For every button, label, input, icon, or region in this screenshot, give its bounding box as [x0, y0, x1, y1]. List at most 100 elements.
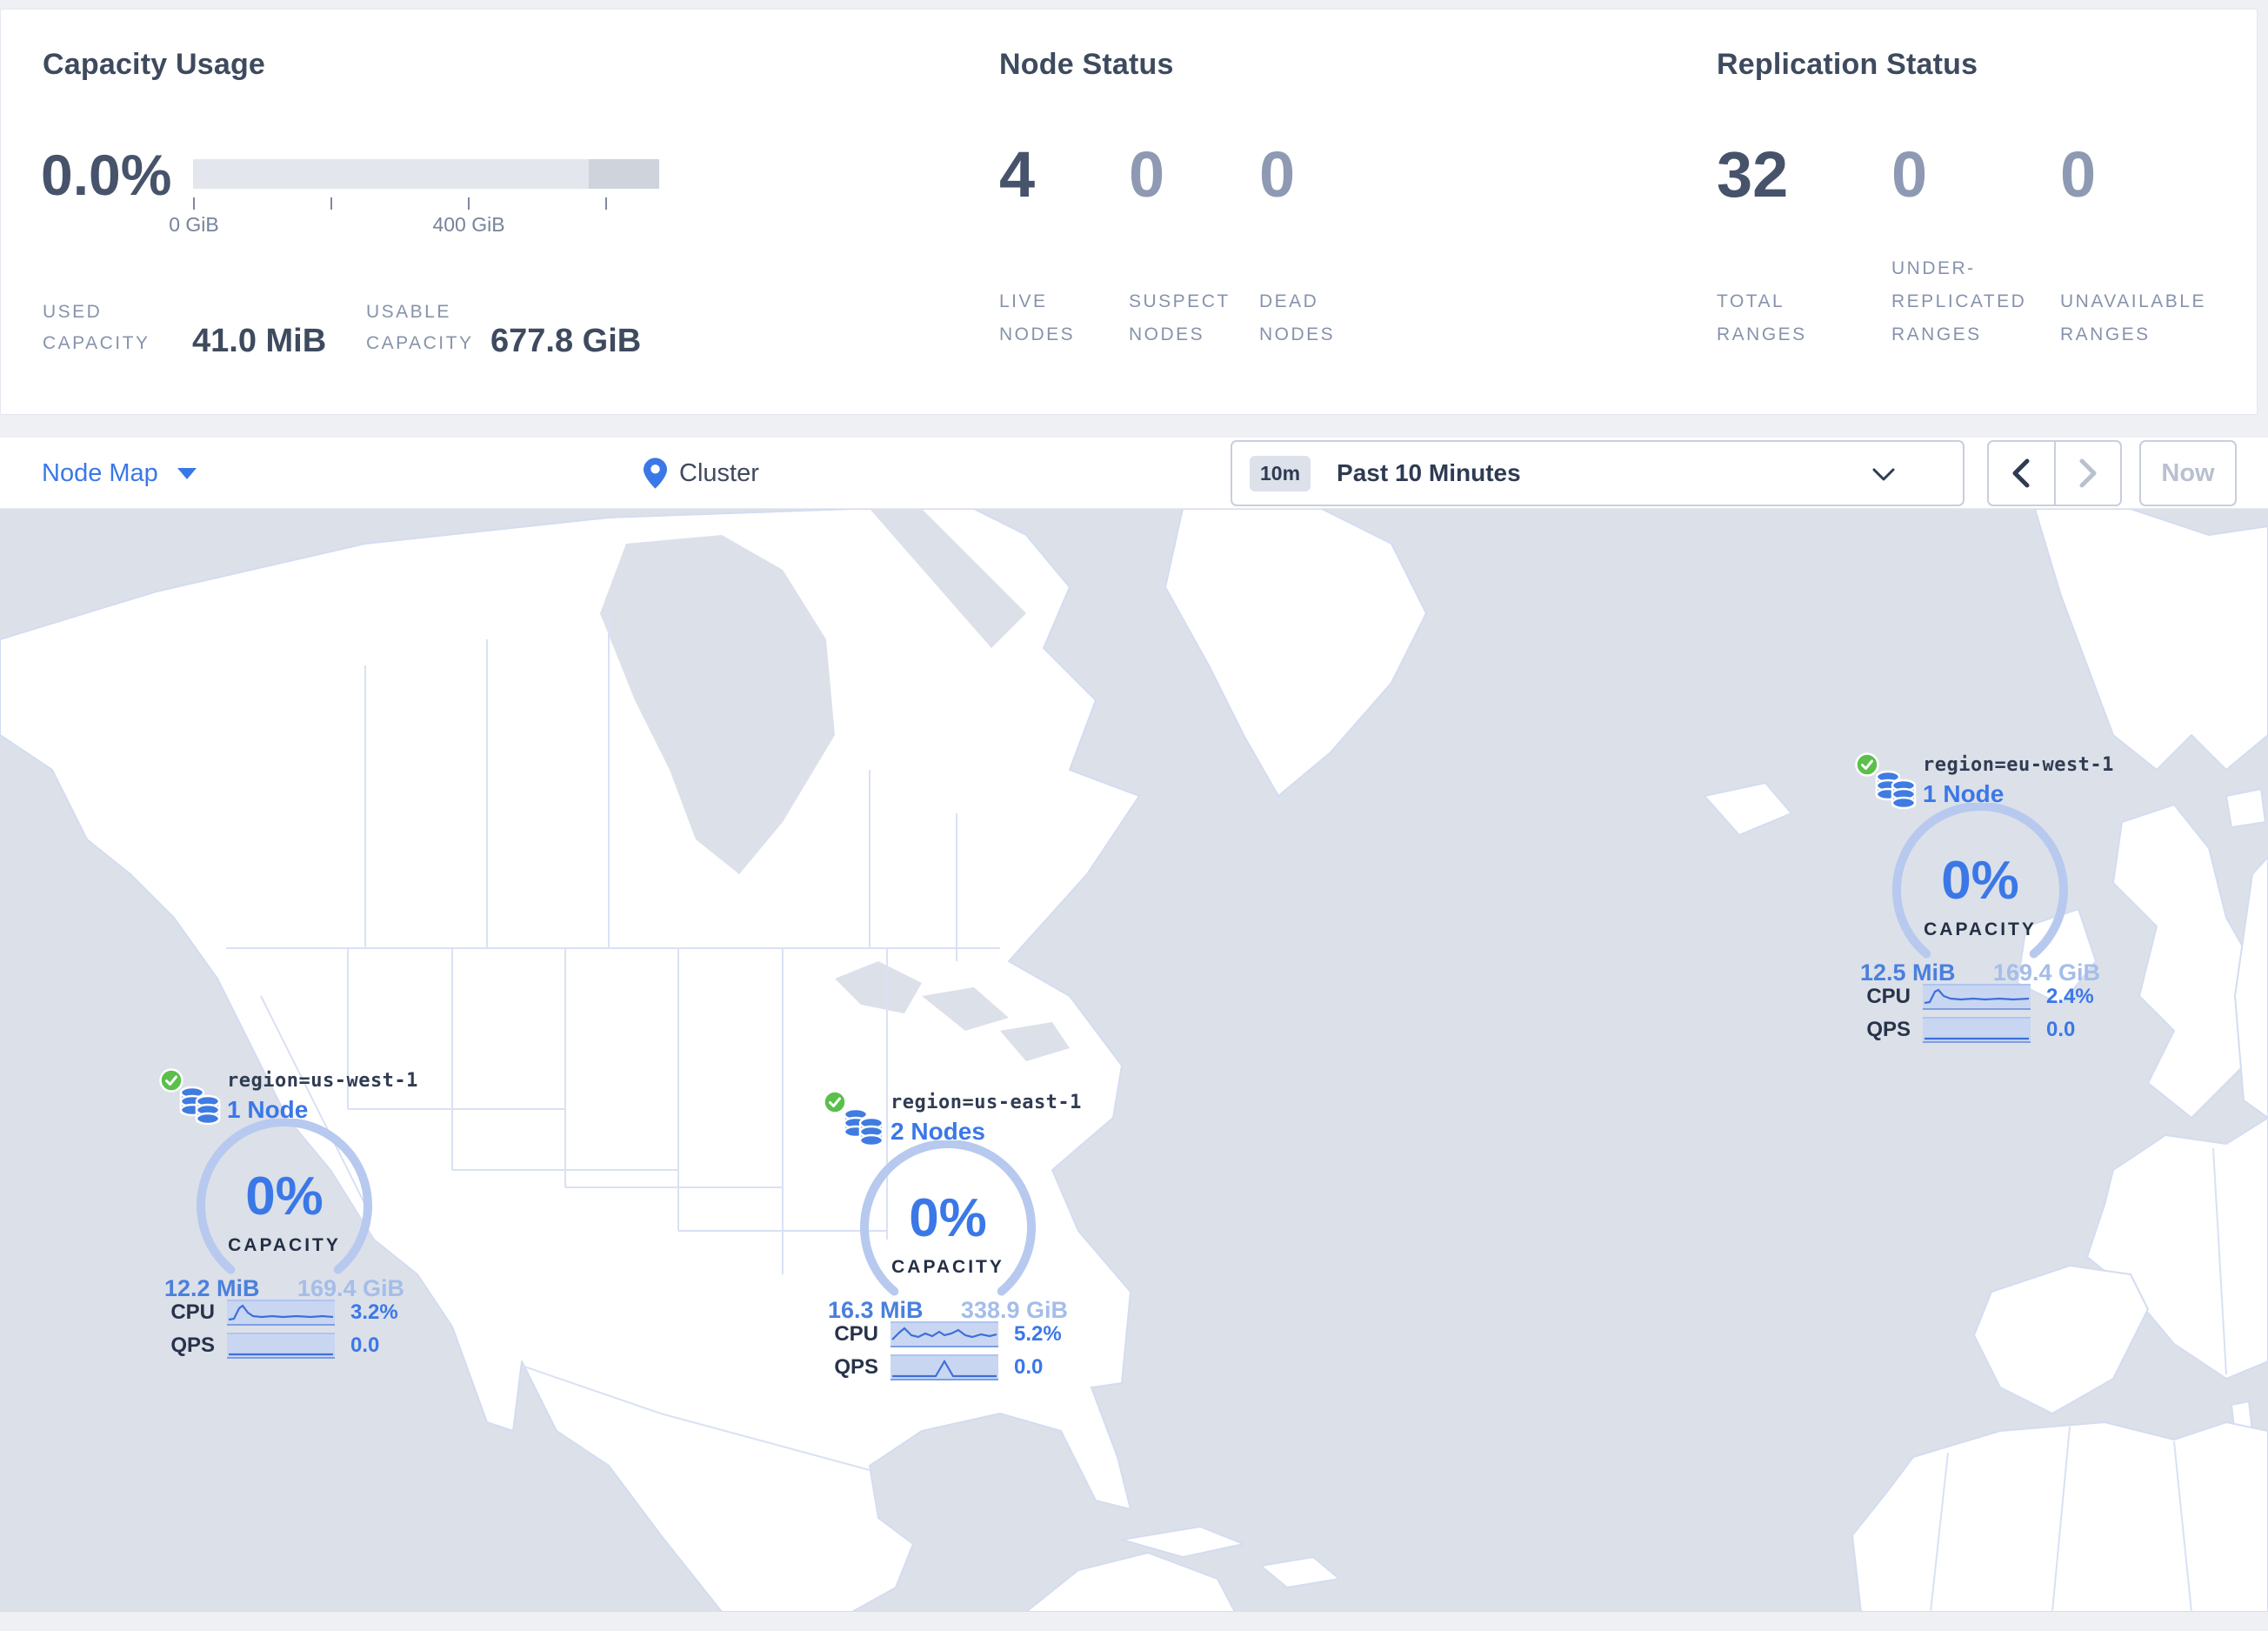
- capacity-gauge-label: CAPACITY: [1924, 919, 2037, 939]
- region-name: region=us-west-1: [227, 1070, 418, 1092]
- qps-metric-row: QPS 0.0: [817, 1354, 1078, 1380]
- suspect-nodes-count: 0: [1129, 138, 1165, 211]
- capacity-axis-tick: [468, 197, 470, 210]
- dead-nodes-count: 0: [1259, 138, 1296, 211]
- qps-label: QPS: [834, 1355, 878, 1379]
- breadcrumb-label: Cluster: [679, 458, 759, 487]
- capacity-axis-label-0: 0 GiB: [169, 213, 219, 236]
- chevron-right-icon: [2079, 458, 2097, 488]
- capacity-values-row: 12.2 MiB 169.4 GiB: [164, 1275, 404, 1302]
- live-nodes-count: 4: [999, 138, 1036, 211]
- capacity-usage-title: Capacity Usage: [43, 48, 266, 81]
- capacity-total-value: 338.9 GiB: [960, 1297, 1068, 1323]
- capacity-used-value: 12.2 MiB: [164, 1275, 260, 1301]
- capacity-gauge-percent: 0%: [1941, 851, 2019, 911]
- cpu-sparkline-chart: [891, 1327, 997, 1340]
- region-name: region=us-east-1: [891, 1092, 1082, 1113]
- cpu-sparkline-chart: [1924, 988, 2030, 1005]
- capacity-gauge-label: CAPACITY: [891, 1257, 1004, 1277]
- cpu-metric-row: CPU 3.2%: [154, 1300, 415, 1326]
- qps-metric-row: QPS 0.0: [154, 1333, 415, 1359]
- view-selector-label: Node Map: [42, 458, 158, 487]
- under-replicated-ranges-label: UNDER-REPLICATED RANGES: [1891, 258, 2027, 344]
- capacity-usage-bar: [193, 159, 659, 189]
- chevron-down-icon: [1872, 468, 1895, 481]
- cpu-value: 3.2%: [350, 1300, 398, 1324]
- qps-value: 0.0: [1014, 1355, 1044, 1379]
- unavailable-ranges-label: UNAVAILABLE RANGES: [2060, 291, 2206, 344]
- capacity-axis-tick: [330, 197, 332, 210]
- qps-sparkline: [1923, 1017, 2031, 1043]
- capacity-gauge-percent: 0%: [909, 1188, 987, 1248]
- capacity-total-value: 169.4 GiB: [297, 1275, 404, 1301]
- capacity-usage-bar-reserved: [589, 159, 659, 189]
- now-button[interactable]: Now: [2139, 440, 2237, 506]
- map-toolbar: Node Map Cluster 10m Past 10 Minutes Now: [0, 438, 2268, 509]
- cpu-sparkline-chart: [228, 1304, 334, 1321]
- region-metrics: CPU 2.4% QPS 0.0: [1850, 984, 2111, 1050]
- region-name: region=eu-west-1: [1923, 754, 2114, 776]
- time-range-badge: 10m: [1250, 455, 1311, 491]
- region-marker-labels: region=us-west-1 1 Node: [227, 1068, 418, 1126]
- cpu-metric-row: CPU 2.4%: [1850, 984, 2111, 1010]
- chevron-down-icon: [177, 467, 197, 479]
- used-capacity-value: 41.0 MiB: [192, 323, 327, 359]
- qps-value: 0.0: [2046, 1018, 2076, 1041]
- qps-sparkline: [891, 1354, 998, 1380]
- usable-capacity-value: 677.8 GiB: [490, 323, 642, 359]
- time-step-back-button[interactable]: [1989, 442, 2056, 505]
- time-range-select[interactable]: 10m Past 10 Minutes: [1231, 440, 1964, 506]
- map-bottom-band: [0, 1612, 2268, 1631]
- qps-sparkline: [227, 1333, 335, 1359]
- cpu-label: CPU: [170, 1300, 215, 1324]
- qps-sparkline-chart: [229, 1353, 333, 1356]
- breadcrumb[interactable]: Cluster: [644, 438, 759, 509]
- world-map: [0, 509, 2268, 1612]
- capacity-used-value: 16.3 MiB: [828, 1297, 924, 1323]
- dead-nodes-label: DEAD NODES: [1259, 291, 1336, 344]
- capacity-gauge: 0% CAPACITY: [1884, 801, 2076, 977]
- region-marker-labels: region=us-east-1 2 Nodes: [891, 1090, 1082, 1147]
- total-ranges-label: TOTAL RANGES: [1717, 291, 1807, 344]
- capacity-gauge-percent: 0%: [245, 1166, 324, 1227]
- cpu-label: CPU: [1866, 985, 1911, 1008]
- cpu-label: CPU: [834, 1322, 878, 1346]
- unavailable-ranges-count: 0: [2060, 138, 2097, 211]
- location-pin-icon: [644, 458, 667, 489]
- capacity-axis-tick: [193, 197, 195, 210]
- cpu-metric-row: CPU 5.2%: [817, 1321, 1078, 1347]
- time-step-buttons: [1987, 440, 2122, 506]
- qps-label: QPS: [170, 1334, 215, 1357]
- capacity-total-value: 169.4 GiB: [1992, 959, 2100, 986]
- capacity-used-value: 12.5 MiB: [1860, 959, 1956, 986]
- qps-metric-row: QPS 0.0: [1850, 1017, 2111, 1043]
- total-ranges-count: 32: [1717, 138, 1789, 211]
- cpu-sparkline: [227, 1300, 335, 1326]
- capacity-usage-percent: 0.0%: [41, 143, 172, 207]
- node-map[interactable]: [0, 509, 2268, 1612]
- qps-label: QPS: [1866, 1018, 1911, 1041]
- suspect-nodes-label: SUSPECT NODES: [1129, 291, 1231, 344]
- node-status-title: Node Status: [999, 48, 1174, 81]
- capacity-values-row: 12.5 MiB 169.4 GiB: [1860, 959, 2100, 986]
- capacity-gauge: 0% CAPACITY: [852, 1139, 1044, 1314]
- capacity-axis-tick: [605, 197, 607, 210]
- cpu-sparkline: [1923, 984, 2031, 1010]
- capacity-gauge-label: CAPACITY: [228, 1235, 341, 1255]
- qps-sparkline-chart: [892, 1359, 997, 1378]
- region-marker-labels: region=eu-west-1 1 Node: [1923, 752, 2114, 810]
- capacity-axis-label-400: 400 GiB: [432, 213, 505, 236]
- qps-sparkline-chart: [1924, 1037, 2029, 1040]
- view-selector-dropdown[interactable]: Node Map: [42, 438, 197, 509]
- capacity-values-row: 16.3 MiB 338.9 GiB: [828, 1297, 1068, 1324]
- live-nodes-label: LIVE NODES: [999, 291, 1076, 344]
- capacity-gauge: 0% CAPACITY: [189, 1117, 380, 1293]
- replication-status-title: Replication Status: [1717, 48, 1978, 81]
- region-metrics: CPU 5.2% QPS 0.0: [817, 1321, 1078, 1387]
- used-capacity-label: USED CAPACITY: [43, 302, 150, 353]
- cluster-summary-panel: Capacity Usage 0.0% 0 GiB 400 GiB USED C…: [0, 9, 2258, 415]
- time-step-forward-button[interactable]: [2056, 442, 2121, 505]
- chevron-left-icon: [2012, 458, 2030, 488]
- time-range-label: Past 10 Minutes: [1337, 459, 1521, 486]
- cpu-value: 2.4%: [2046, 985, 2094, 1008]
